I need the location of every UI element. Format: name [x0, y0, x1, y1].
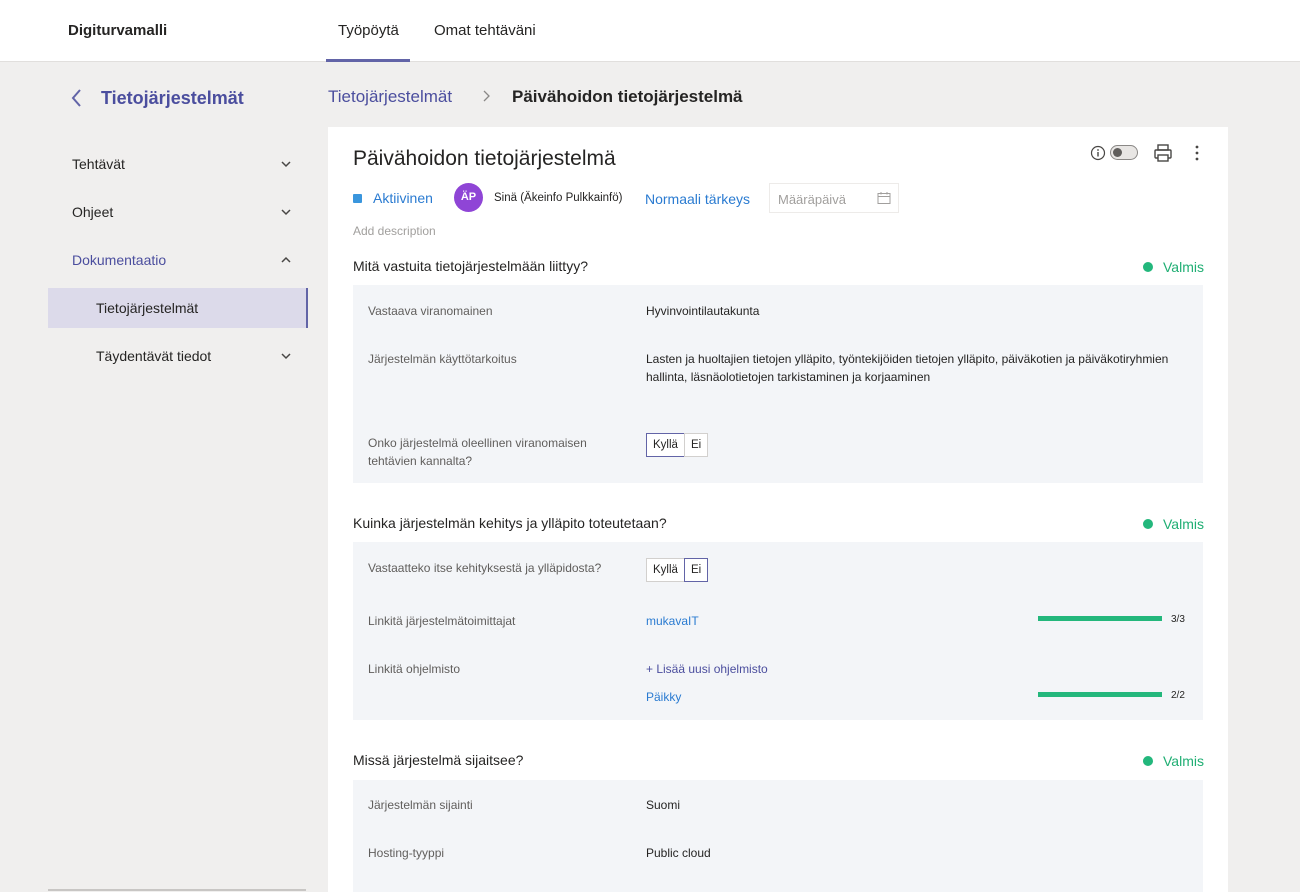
field-label-authority: Vastaava viranomainen: [368, 304, 493, 318]
field-label-essential: Onko järjestelmä oleellinen viranomaisen…: [368, 436, 587, 468]
essential-yes-button[interactable]: Kyllä: [646, 433, 685, 457]
field-label-hosting: Hosting-tyyppi: [368, 846, 445, 860]
sidebar-item-label: Dokumentaatio: [72, 252, 167, 268]
sidebar-item-dokumentaatio[interactable]: Dokumentaatio: [48, 240, 308, 280]
field-label-software: Linkitä ohjelmisto: [368, 662, 461, 676]
field-value-purpose[interactable]: Lasten ja huoltajien tietojen ylläpito, …: [646, 350, 1186, 386]
status-dot-icon: [1143, 519, 1153, 529]
vendor-progress-bar: [1038, 616, 1162, 621]
sidebar-item-label: Ohjeet: [72, 204, 114, 220]
sidebar-item-taydentavat-tiedot[interactable]: Täydentävät tiedot: [48, 336, 308, 376]
due-date-field[interactable]: Määräpäivä: [769, 183, 899, 213]
field-value-location[interactable]: Suomi: [646, 796, 680, 814]
sidebar-item-tehtavat[interactable]: Tehtävät: [48, 144, 308, 184]
breadcrumb-parent[interactable]: Tietojärjestelmät: [328, 87, 452, 107]
priority-dropdown[interactable]: Normaali tärkeys: [645, 191, 750, 207]
status-dropdown[interactable]: Aktiivinen: [373, 190, 433, 206]
status-badge[interactable]: Valmis: [1143, 257, 1204, 277]
task-card: Päivähoidon tietojärjestelmä Aktiivinen …: [328, 127, 1228, 892]
sidebar-item-tietojarjestelmat[interactable]: Tietojärjestelmät: [48, 288, 308, 328]
status-badge-label: Valmis: [1163, 516, 1204, 532]
sidebar-item-label: Täydentävät tiedot: [96, 348, 212, 364]
back-chevron-icon[interactable]: [68, 86, 86, 110]
breadcrumb-current: Päivähoidon tietojärjestelmä: [512, 87, 743, 106]
chevron-up-icon: [280, 252, 292, 268]
essential-yes-no-toggle: Kyllä Ei: [646, 433, 709, 457]
add-description-link[interactable]: Add description: [353, 224, 436, 238]
toggle-switch[interactable]: [1110, 145, 1138, 160]
field-label-vendors: Linkitä järjestelmätoimittajat: [368, 614, 516, 628]
status-badge-label: Valmis: [1163, 753, 1204, 769]
active-tab-indicator: [326, 59, 410, 62]
responsible-yes-no-toggle: Kyllä Ei: [646, 558, 709, 582]
avatar[interactable]: ÄP: [454, 183, 483, 212]
vendor-progress-fill: [1038, 616, 1162, 621]
app-title: Digiturvamalli: [68, 22, 168, 39]
responsible-yes-button[interactable]: Kyllä: [646, 558, 685, 582]
status-badge[interactable]: Valmis: [1143, 751, 1204, 771]
assignee-name[interactable]: Sinä (Äkeinfo Pulkkainfö): [494, 192, 622, 204]
sidebar-item-label: Tietojärjestelmät: [96, 300, 199, 316]
vendor-progress-count: 3/3: [1171, 614, 1185, 625]
essential-no-button[interactable]: Ei: [683, 433, 709, 457]
status-badge[interactable]: Valmis: [1143, 514, 1204, 534]
chevron-down-icon: [280, 204, 292, 220]
chevron-right-icon: [480, 88, 492, 104]
add-software-link[interactable]: + Lisää uusi ohjelmisto: [646, 662, 768, 676]
section-title-location: Missä järjestelmä sijaitsee?: [353, 752, 524, 768]
due-date-placeholder: Määräpäivä: [778, 192, 846, 207]
tab-omat-tehtavani[interactable]: Omat tehtäväni: [434, 22, 536, 39]
sidebar-title[interactable]: Tietojärjestelmät: [101, 88, 244, 109]
status-dot-icon: [1143, 262, 1153, 272]
field-value-hosting[interactable]: Public cloud: [646, 844, 711, 862]
more-options-icon[interactable]: [1190, 143, 1204, 163]
field-value-authority[interactable]: Hyvinvointilautakunta: [646, 302, 759, 320]
top-bar: Digiturvamalli Työpöytä Omat tehtäväni: [0, 0, 1300, 62]
field-label-responsible: Vastaatteko itse kehityksestä ja ylläpid…: [368, 561, 602, 575]
software-progress-fill: [1038, 692, 1162, 697]
section-title-development: Kuinka järjestelmän kehitys ja ylläpito …: [353, 515, 667, 531]
field-label-purpose: Järjestelmän käyttötarkoitus: [368, 352, 517, 366]
page-title: Päivähoidon tietojärjestelmä: [353, 147, 616, 170]
print-icon[interactable]: [1152, 142, 1174, 164]
software-progress-bar: [1038, 692, 1162, 697]
vendor-link[interactable]: mukavaIT: [646, 614, 699, 628]
section-box-location: Järjestelmän sijainti Suomi Hosting-tyyp…: [353, 780, 1203, 892]
chevron-down-icon: [280, 348, 292, 364]
field-label-location: Järjestelmän sijainti: [368, 798, 473, 812]
software-link[interactable]: Päikky: [646, 690, 681, 704]
responsible-no-button[interactable]: Ei: [683, 558, 709, 582]
status-square-icon: [353, 194, 362, 203]
section-box-responsibilities: Vastaava viranomainen Hyvinvointilautaku…: [353, 285, 1203, 483]
software-progress-count: 2/2: [1171, 690, 1185, 701]
sidebar-divider: [48, 889, 306, 891]
info-icon[interactable]: [1090, 145, 1106, 161]
status-badge-label: Valmis: [1163, 259, 1204, 275]
status-dot-icon: [1143, 756, 1153, 766]
section-title-responsibilities: Mitä vastuita tietojärjestelmään liittyy…: [353, 258, 588, 274]
sidebar-item-label: Tehtävät: [72, 156, 125, 172]
chevron-down-icon: [280, 156, 292, 172]
section-box-development: Vastaatteko itse kehityksestä ja ylläpid…: [353, 542, 1203, 720]
tab-tyopoyta[interactable]: Työpöytä: [338, 22, 399, 39]
calendar-icon[interactable]: [877, 191, 891, 205]
toggle-knob: [1113, 148, 1122, 157]
sidebar-item-ohjeet[interactable]: Ohjeet: [48, 192, 308, 232]
